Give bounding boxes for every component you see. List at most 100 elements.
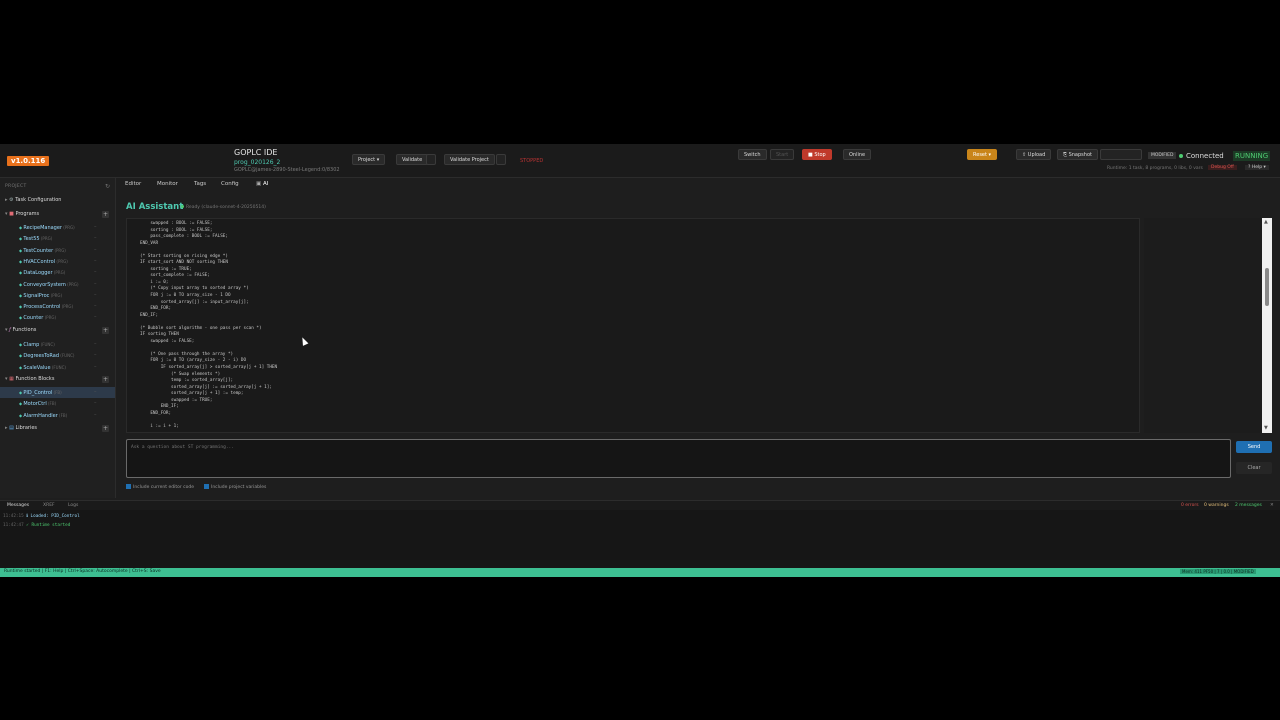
ide-title: GOPLC IDE	[234, 148, 278, 157]
start-button[interactable]: Start	[770, 149, 795, 160]
item-type: (PRG)	[55, 258, 68, 264]
scroll-down-icon[interactable]: ▼	[1264, 425, 1268, 431]
item-menu-icon[interactable]: –	[94, 222, 97, 233]
sidebar-item-conveyorsystem[interactable]: ◆ ConveyorSystem (PRG) –	[0, 279, 115, 290]
main-tabs: Editor Monitor Tags Config ▣ AI	[118, 178, 1280, 194]
item-menu-icon[interactable]: –	[94, 301, 97, 312]
sidebar-item-signalproc[interactable]: ◆ SignalProc (PRG) –	[0, 290, 115, 301]
sidebar-group-programs[interactable]: ▾ ■ Programs +	[0, 209, 115, 220]
include-vars-checkbox[interactable]	[204, 484, 209, 489]
sidebar-item-hvaccontrol[interactable]: ◆ HVACControl (PRG) –	[0, 256, 115, 267]
tab-ai-label: AI	[262, 181, 269, 187]
online-button[interactable]: Online	[843, 149, 872, 160]
item-type: (FB)	[46, 401, 57, 407]
sidebar-item-counter[interactable]: ◆ Counter (PRG) –	[0, 312, 115, 323]
include-editor-checkbox[interactable]	[126, 484, 131, 489]
validate-project-button[interactable]: Validate Project	[444, 154, 495, 165]
tab-config[interactable]: Config	[221, 181, 239, 187]
item-menu-icon[interactable]: –	[94, 279, 97, 290]
message-text: Runtime started	[31, 523, 71, 528]
sidebar-item-testcounter[interactable]: ◆ TestCounter (PRG) –	[0, 245, 115, 256]
tab-messages[interactable]: Messages	[7, 503, 29, 508]
folder-icon: ■	[9, 211, 14, 217]
item-menu-icon[interactable]: –	[94, 290, 97, 301]
item-menu-icon[interactable]: –	[94, 387, 97, 398]
sidebar-item-scalevalue[interactable]: ◆ ScaleValue (FUNC) –	[0, 362, 115, 373]
add-library-button[interactable]: +	[102, 425, 109, 432]
sidebar-item-motorctrl[interactable]: ◆ MotorCtrl (FB) –	[0, 398, 115, 409]
sidebar-item-clamp[interactable]: ◆ Clamp (FUNC) –	[0, 339, 115, 350]
header-bar: v1.0.116 GOPLC IDE prog_020126_2 GOPLC@j…	[0, 144, 1280, 178]
response-scrollbar[interactable]: ▲ ▼	[1262, 218, 1272, 433]
sidebar-item-degreestorad[interactable]: ◆ DegreesToRad (FUNC) –	[0, 350, 115, 361]
sidebar-group-functions[interactable]: ▾ ƒ Functions +	[0, 325, 115, 336]
item-menu-icon[interactable]: –	[94, 350, 97, 361]
status-text: Runtime started | F1: Help | Ctrl+Space:…	[4, 569, 161, 574]
tab-logs[interactable]: Logs	[68, 503, 78, 508]
reset-button[interactable]: Reset ▾	[967, 149, 998, 160]
upload-button[interactable]: ⇧ Upload	[1016, 149, 1052, 160]
help-button[interactable]: ? Help ▾	[1245, 165, 1269, 170]
tab-xref[interactable]: XREF	[43, 503, 55, 508]
sidebar-item-recipemanager[interactable]: ◆ RecipeManager (PRG) –	[0, 222, 115, 233]
message-time: 11:42:15	[3, 514, 24, 519]
sidebar-item-datalogger[interactable]: ◆ DataLogger (PRG) –	[0, 267, 115, 278]
debug-toggle[interactable]: Debug Off	[1208, 165, 1237, 170]
close-icon[interactable]: ✕	[1270, 503, 1274, 508]
item-menu-icon[interactable]: –	[94, 256, 97, 267]
sidebar-item-task-config[interactable]: ▸ ⚙ Task Configuration	[0, 195, 115, 206]
include-vars-label: Include project variables	[211, 485, 267, 490]
sidebar-item-alarmhandler[interactable]: ◆ AlarmHandler (FB) –	[0, 410, 115, 421]
sidebar-item-processcontrol[interactable]: ◆ ProcessControl (PRG) –	[0, 301, 115, 312]
add-function-button[interactable]: +	[102, 327, 109, 334]
add-program-button[interactable]: +	[102, 211, 109, 218]
program-name[interactable]: prog_020126_2	[234, 159, 280, 166]
tab-editor[interactable]: Editor	[125, 181, 141, 187]
sidebar-item-label: Clamp	[23, 342, 40, 348]
item-menu-icon[interactable]: –	[94, 312, 97, 323]
item-menu-icon[interactable]: –	[94, 362, 97, 373]
lock-toggle[interactable]	[496, 154, 506, 165]
scrollbar-thumb[interactable]	[1265, 268, 1269, 306]
ai-question-box[interactable]	[126, 439, 1231, 478]
include-vars-option[interactable]: Include project variables	[204, 484, 266, 490]
connected-label: Connected	[1186, 152, 1224, 160]
sidebar-group-function-blocks[interactable]: ▾ ▦ Function Blocks +	[0, 374, 115, 385]
tab-ai[interactable]: ▣ AI	[256, 181, 268, 187]
sidebar-item-label: Task Configuration	[15, 197, 62, 203]
item-menu-icon[interactable]: –	[94, 398, 97, 409]
add-function-block-button[interactable]: +	[102, 376, 109, 383]
chevron-right-icon: ▸	[5, 425, 8, 431]
ai-response-panel[interactable]: swapped : BOOL := FALSE; sorting : BOOL …	[126, 218, 1140, 433]
validate-button[interactable]: Validate	[396, 154, 429, 165]
snapshot-button[interactable]: ⎘ Snapshot	[1057, 149, 1098, 160]
refresh-icon[interactable]: ↻	[105, 183, 110, 190]
send-button[interactable]: Send	[1236, 441, 1272, 453]
tab-tags[interactable]: Tags	[194, 181, 206, 187]
include-editor-option[interactable]: Include current editor code	[126, 484, 194, 490]
item-menu-icon[interactable]: –	[94, 410, 97, 421]
clear-button[interactable]: Clear	[1236, 462, 1272, 474]
version-badge: v1.0.116	[7, 156, 50, 166]
ai-question-input[interactable]	[127, 440, 1230, 477]
stop-button[interactable]: ■ Stop	[802, 149, 832, 160]
project-menu-button[interactable]: Project ▾	[352, 154, 386, 165]
tab-monitor[interactable]: Monitor	[157, 181, 178, 187]
switch-button[interactable]: Switch	[738, 149, 767, 160]
item-menu-icon[interactable]: –	[94, 339, 97, 350]
sidebar-item-pid_control[interactable]: ◆ PID_Control (FB) –	[0, 387, 115, 398]
item-type: (PRG)	[60, 304, 74, 310]
item-menu-icon[interactable]: –	[94, 233, 97, 244]
item-menu-icon[interactable]: –	[94, 245, 97, 256]
sidebar-group-libraries[interactable]: ▸ ▤ Libraries +	[0, 423, 115, 434]
item-menu-icon[interactable]: –	[94, 267, 97, 278]
sidebar-item-test55[interactable]: ◆ Test55 (PRG) –	[0, 233, 115, 244]
message-time: 11:42:47	[3, 523, 24, 528]
sidebar-item-label: TestCounter	[23, 247, 54, 254]
ai-status: Ready (claude-sonnet-4-20250514)	[181, 205, 266, 210]
scroll-up-icon[interactable]: ▲	[1264, 219, 1268, 225]
sidebar-group-label: Functions	[12, 327, 37, 333]
status-dot-icon	[181, 205, 184, 208]
error-count: 0 errors	[1181, 503, 1199, 508]
validate-toggle[interactable]	[426, 154, 436, 165]
